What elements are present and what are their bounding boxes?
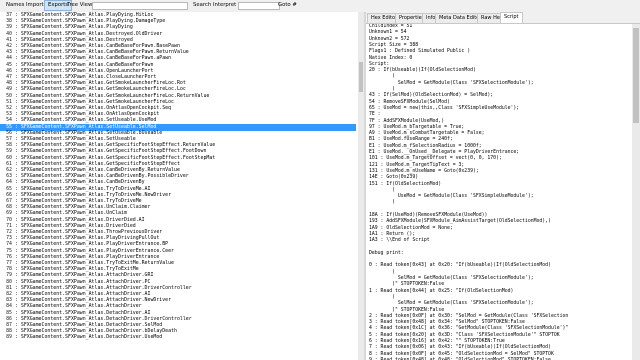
export-row-label: : SFXGameContent.SFXPawn_Atlas.ThrowPrev… <box>15 229 163 235</box>
exports-list[interactable]: 37: SFXGameContent.SFXPawn_Atlas.PlayDyi… <box>0 12 359 360</box>
export-row-label: : SFXGameContent.SFXPawn_Atlas.GetSmokeL… <box>15 98 174 105</box>
export-row-label: : SFXGameContent.SFXPawn_Atlas.TryToDriv… <box>15 198 142 204</box>
export-row-label: : SFXGameContent.SFXPawn_Atlas.DetachDri… <box>15 334 163 341</box>
export-row-label: : SFXGameContent.SFXPawn_Atlas.OnAtlasOp… <box>15 105 172 111</box>
script-scrollbar[interactable] <box>632 24 640 360</box>
export-row-label: : SFXGameContent.SFXPawn_Atlas.Destroyed <box>15 36 133 43</box>
export-row[interactable]: 89: SFXGameContent.SFXPawn_Atlas.DetachD… <box>0 334 356 341</box>
export-row-label: : SFXGameContent.SFXPawn_Atlas.DetachDri… <box>15 309 151 316</box>
export-row-label: : SFXGameContent.SFXPawn_Atlas.GetSmokeL… <box>15 92 210 99</box>
export-row-label: : SFXGameContent.SFXPawn_Atlas.DriverDie… <box>15 216 145 223</box>
export-row-label: : SFXGameContent.SFXPawn_Atlas.CanBeDriv… <box>15 173 189 180</box>
export-row-label: : SFXGameContent.SFXPawn_Atlas.AttachDri… <box>15 291 151 297</box>
export-row-label: : SFXGameContent.SFXPawn_Atlas.OnAtlasOp… <box>15 111 160 118</box>
script-line: Debug print: <box>369 250 404 256</box>
exports-scroll-thumb[interactable] <box>359 62 363 92</box>
export-row-label: : SFXGameContent.SFXPawn_Atlas.PlayDrive… <box>15 241 169 248</box>
export-row-label: : SFXGameContent.SFXPawn_Atlas.TryToDriv… <box>15 191 172 198</box>
script-line: 65 : UseMod = new(this,,Class 'SFXSimple… <box>369 105 520 111</box>
script-view[interactable]: ChildIndex = 51 Unknown1 = 54 Unknown2 = 5… <box>366 24 632 360</box>
script-line: 1A3 : \\End of Script <box>369 238 430 244</box>
search-input[interactable] <box>92 2 188 10</box>
script-scroll-thumb[interactable] <box>633 28 639 123</box>
export-row-label: : SFXGameContent.SFXPawn_Atlas.CanBeBase… <box>15 61 154 68</box>
export-row-label: : SFXGameContent.SFXPawn_Atlas.SetUseabl… <box>15 129 163 136</box>
export-row-label: : SFXGameContent.SFXPawn_Atlas.CanBeBase… <box>15 43 180 49</box>
details-tabs: Hex Editor Properties Info Meta Data Edi… <box>366 12 640 24</box>
export-row-label: : SFXGameContent.SFXPawn_Atlas.GetSmokeL… <box>15 86 186 93</box>
goto-input[interactable] <box>238 2 280 10</box>
export-row-label: : SFXGameContent.SFXPawn_Atlas.PlayDying… <box>15 18 166 25</box>
export-row-label: : SFXGameContent.SFXPawn_Atlas.OpenLaunc… <box>15 67 154 74</box>
export-row-label: : SFXGameContent.SFXPawn_Atlas.PlayDrive… <box>15 253 160 260</box>
export-row-label: : SFXGameContent.SFXPawn_Atlas.GetSmokeL… <box>15 80 186 87</box>
export-row-label: : SFXGameContent.SFXPawn_Atlas.SetUseabl… <box>15 123 157 130</box>
export-row-label: : SFXGameContent.SFXPawn_Atlas.AttachDri… <box>15 272 154 279</box>
export-row-label: : SFXGameContent.SFXPawn_Atlas.UnClaim <box>15 210 127 217</box>
script-line: 0 : Read token[0x43] at 0x20: "If(bUseab… <box>369 263 551 269</box>
export-row-label: : SFXGameContent.SFXPawn_Atlas.AttachDri… <box>15 278 151 285</box>
export-row-label: : SFXGameContent.SFXPawn_Atlas.DetachDri… <box>15 315 192 322</box>
export-row-label: : SFXGameContent.SFXPawn_Atlas.AttachDri… <box>15 284 192 291</box>
export-row-label: : SFXGameContent.SFXPawn_Atlas.CanBeDriv… <box>15 167 180 173</box>
export-row-label: : SFXGameContent.SFXPawn_Atlas.GetSpecif… <box>15 154 216 161</box>
export-row-label: : SFXGameContent.SFXPawn_Atlas.DetachDri… <box>15 328 177 335</box>
tab-tree-view[interactable]: Tree View <box>64 1 95 10</box>
export-row-label: : SFXGameContent.SFXPawn_Atlas.CloseLaun… <box>15 74 157 80</box>
export-row-label: : SFXGameContent.SFXPawn_Atlas.UnClaim.C… <box>15 204 151 211</box>
export-row-label: : SFXGameContent.SFXPawn_Atlas.PlayDrivi… <box>15 235 160 242</box>
export-row-label: : SFXGameContent.SFXPawn_Atlas.GetSpecif… <box>15 142 216 149</box>
export-row-label: : SFXGameContent.SFXPawn_Atlas.AttachDri… <box>15 297 172 304</box>
export-row-label: : SFXGameContent.SFXPawn_Atlas.CanBeDriv… <box>15 179 145 186</box>
export-row-number: 89 <box>6 334 12 341</box>
export-row-label: : SFXGameContent.SFXPawn_Atlas.SetUseabl… <box>15 136 136 142</box>
details-pane: Hex Editor Properties Info Meta Data Edi… <box>366 12 640 360</box>
export-row-label: : SFXGameContent.SFXPawn_Atlas.DetachDri… <box>15 322 163 328</box>
export-row-label: : SFXGameContent.SFXPawn_Atlas.PlayDying <box>15 24 133 31</box>
export-row-label: : SFXGameContent.SFXPawn_Atlas.PlayDrive… <box>15 247 174 254</box>
export-row-label: : SFXGameContent.SFXPawn_Atlas.GetSpecif… <box>15 160 180 167</box>
export-row-label: : SFXGameContent.SFXPawn_Atlas.AttachDri… <box>15 303 142 310</box>
search-button[interactable]: Search <box>193 1 211 10</box>
script-line: ) <box>369 200 395 206</box>
export-row-label: : SFXGameContent.SFXPawn_Atlas.TryToDriv… <box>15 185 151 192</box>
tab-script[interactable]: Script <box>500 12 523 23</box>
goto-button[interactable]: Goto # <box>278 1 297 10</box>
export-row-label: : SFXGameContent.SFXPawn_Atlas.TryToExit… <box>15 260 174 266</box>
export-row-label: : SFXGameContent.SFXPawn_Atlas.CanBeBase… <box>15 49 189 56</box>
export-row-label: : SFXGameContent.SFXPawn_Atlas.SetUseabl… <box>15 117 157 124</box>
export-row-label: : SFXGameContent.SFXPawn_Atlas.CanBeBase… <box>15 55 172 62</box>
export-row-label: : SFXGameContent.SFXPawn_Atlas.GetSpecif… <box>15 148 207 155</box>
export-row-label: : SFXGameContent.SFXPawn_Atlas.Destroyed… <box>15 30 163 37</box>
export-row-label: : SFXGameContent.SFXPawn_Atlas.PlayDying… <box>15 12 154 18</box>
export-row-label: : SFXGameContent.SFXPawn_Atlas.TryToExit… <box>15 266 139 273</box>
interpret-button[interactable]: Interpret <box>213 1 236 10</box>
export-row-label: : SFXGameContent.SFXPawn_Atlas.DriverDie… <box>15 222 136 229</box>
